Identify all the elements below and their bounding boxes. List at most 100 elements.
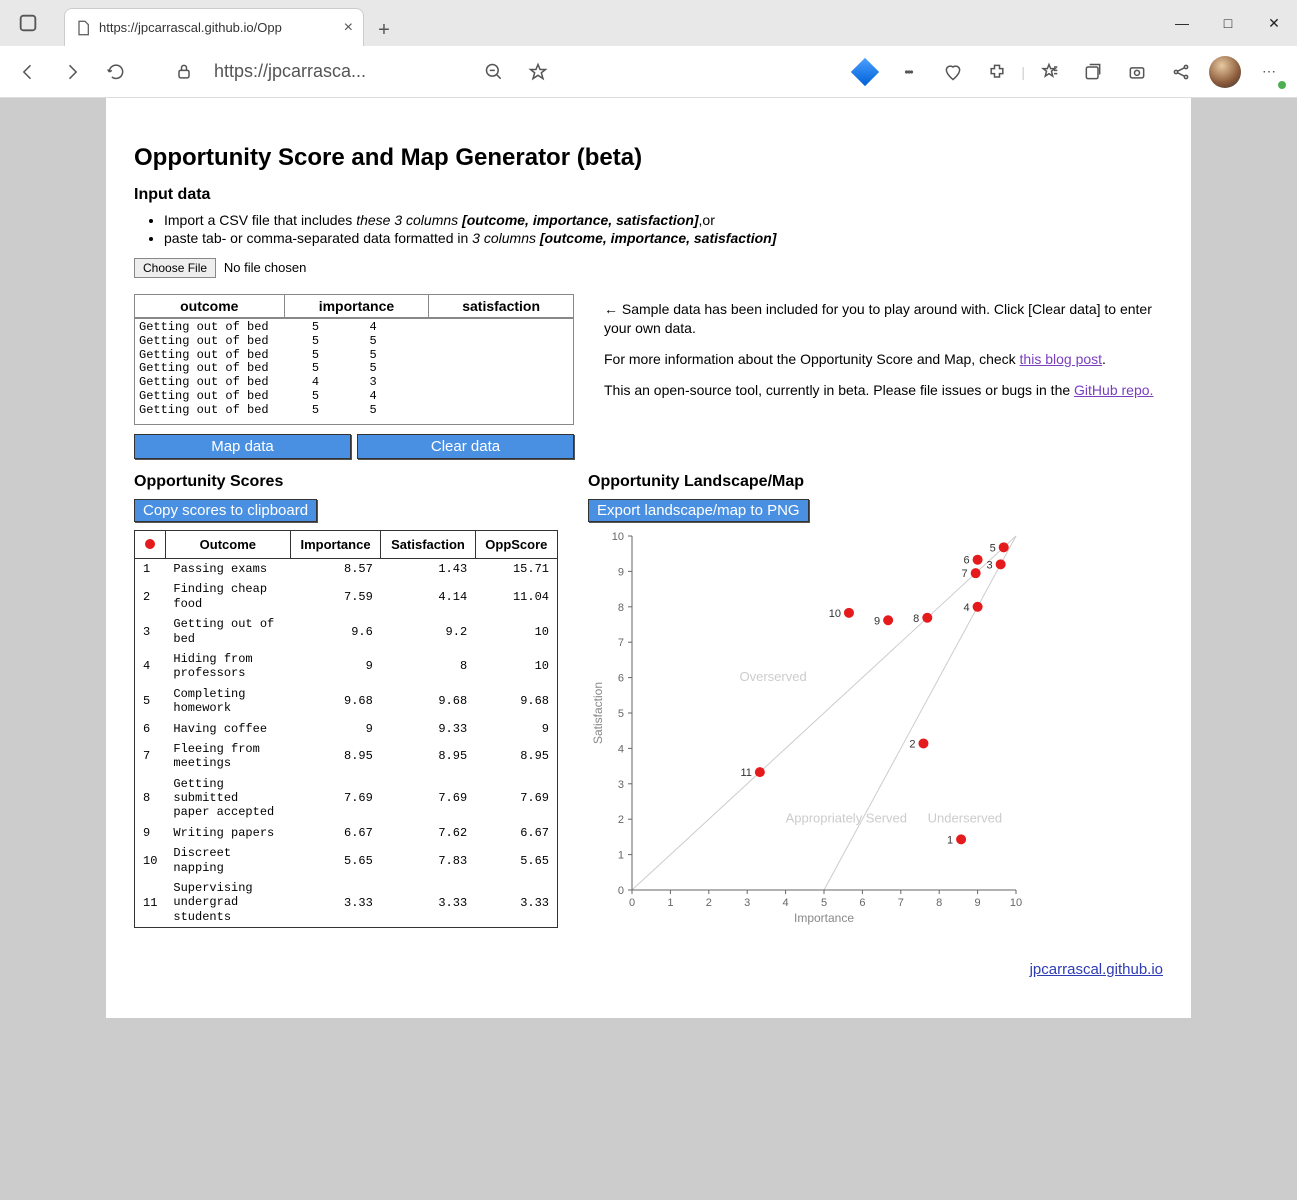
th-satisfaction: Satisfaction <box>381 531 475 559</box>
blog-post-link[interactable]: this blog post <box>1020 351 1103 367</box>
favorite-icon[interactable] <box>518 52 558 92</box>
close-window-button[interactable]: ✕ <box>1251 3 1297 43</box>
svg-text:Importance: Importance <box>794 911 854 925</box>
table-row: 11Supervising undergradstudents3.333.333… <box>135 878 558 928</box>
svg-text:8: 8 <box>936 897 942 909</box>
svg-text:7: 7 <box>618 637 624 649</box>
table-row: 8Getting submittedpaper accepted7.697.69… <box>135 774 558 823</box>
choose-file-button[interactable]: Choose File <box>134 258 216 278</box>
svg-text:9: 9 <box>618 566 624 578</box>
chat-icon[interactable] <box>889 52 929 92</box>
copy-scores-button[interactable]: Copy scores to clipboard <box>134 499 317 522</box>
th-importance: Importance <box>290 531 381 559</box>
favorites-list-icon[interactable] <box>1029 52 1069 92</box>
minimize-button[interactable]: — <box>1159 3 1205 43</box>
scores-table: Outcome Importance Satisfaction OppScore… <box>134 530 558 928</box>
svg-text:11: 11 <box>740 767 751 779</box>
svg-text:6: 6 <box>963 555 969 567</box>
svg-text:3: 3 <box>744 897 750 909</box>
table-row: 6Having coffee99.339 <box>135 719 558 739</box>
svg-text:1: 1 <box>667 897 673 909</box>
input-header-table: outcome importance satisfaction <box>134 294 574 318</box>
map-data-button[interactable]: Map data <box>134 434 351 459</box>
screenshot-icon[interactable] <box>1117 52 1157 92</box>
dot-icon <box>145 539 155 549</box>
import-instructions: Import a CSV file that includes these 3 … <box>134 212 1163 246</box>
svg-text:5: 5 <box>618 708 624 720</box>
svg-text:0: 0 <box>618 885 624 897</box>
table-row: 2Finding cheap food7.594.1411.04 <box>135 579 558 614</box>
svg-text:1: 1 <box>618 850 624 862</box>
svg-text:5: 5 <box>990 542 996 554</box>
table-row: 10Discreet napping5.657.835.65 <box>135 843 558 878</box>
th-oppscore: OppScore <box>475 531 557 559</box>
table-row: 3Getting out ofbed9.69.210 <box>135 614 558 649</box>
share-icon[interactable] <box>1161 52 1201 92</box>
titlebar: https://jpcarrascal.github.io/Opp × + — … <box>0 0 1297 46</box>
hint-opensource: This an open-source tool, currently in b… <box>604 381 1163 400</box>
svg-text:7: 7 <box>898 897 904 909</box>
svg-text:6: 6 <box>859 897 865 909</box>
svg-text:Overserved: Overserved <box>740 669 807 684</box>
site-info-icon[interactable] <box>164 52 204 92</box>
new-tab-button[interactable]: + <box>368 14 400 46</box>
heart-icon[interactable] <box>933 52 973 92</box>
clear-data-button[interactable]: Clear data <box>357 434 574 459</box>
svg-text:10: 10 <box>829 608 841 620</box>
footer-link[interactable]: jpcarrascal.github.io <box>1030 961 1163 978</box>
col-outcome: outcome <box>135 295 285 318</box>
svg-text:0: 0 <box>629 897 635 909</box>
tabs-overview-icon[interactable] <box>0 0 56 46</box>
file-chosen-label: No file chosen <box>224 260 306 275</box>
browser-tab[interactable]: https://jpcarrascal.github.io/Opp × <box>64 8 364 46</box>
extensions-icon[interactable] <box>977 52 1017 92</box>
map-heading: Opportunity Landscape/Map <box>588 473 1163 491</box>
svg-text:6: 6 <box>618 673 624 685</box>
zoom-out-icon[interactable] <box>474 52 514 92</box>
data-textarea[interactable] <box>134 318 574 425</box>
page-title: Opportunity Score and Map Generator (bet… <box>134 144 1163 172</box>
hint-sample: ← Sample data has been included for you … <box>604 300 1163 338</box>
browser-toolbar: https://jpcarrasca... | ⋯ <box>0 46 1297 98</box>
svg-text:4: 4 <box>963 602 969 614</box>
github-repo-link[interactable]: GitHub repo. <box>1074 382 1153 398</box>
svg-text:2: 2 <box>618 814 624 826</box>
svg-text:9: 9 <box>975 897 981 909</box>
table-row: 1Passing exams8.571.4315.71 <box>135 559 558 580</box>
svg-text:8: 8 <box>913 613 919 625</box>
svg-text:Appropriately Served: Appropriately Served <box>786 811 907 826</box>
th-outcome: Outcome <box>165 531 290 559</box>
svg-text:4: 4 <box>783 897 789 909</box>
svg-text:4: 4 <box>618 743 624 755</box>
diamond-icon[interactable] <box>845 52 885 92</box>
svg-text:8: 8 <box>618 602 624 614</box>
table-row: 9Writing papers6.677.626.67 <box>135 823 558 843</box>
col-satisfaction: satisfaction <box>429 295 574 318</box>
svg-text:3: 3 <box>618 779 624 791</box>
back-button[interactable] <box>8 52 48 92</box>
svg-text:1: 1 <box>947 834 953 846</box>
maximize-button[interactable]: □ <box>1205 3 1251 43</box>
table-row: 5Completing homework9.689.689.68 <box>135 684 558 719</box>
opportunity-map-chart: OverservedAppropriately ServedUnderserve… <box>588 528 1028 928</box>
refresh-button[interactable] <box>96 52 136 92</box>
export-png-button[interactable]: Export landscape/map to PNG <box>588 499 809 522</box>
page-icon <box>75 20 91 36</box>
col-importance: importance <box>284 295 429 318</box>
tab-title: https://jpcarrascal.github.io/Opp <box>99 20 336 35</box>
svg-text:2: 2 <box>706 897 712 909</box>
more-menu-icon[interactable]: ⋯ <box>1249 52 1289 92</box>
svg-text:7: 7 <box>962 568 968 580</box>
svg-text:9: 9 <box>874 615 880 627</box>
scores-heading: Opportunity Scores <box>134 473 558 491</box>
collections-icon[interactable] <box>1073 52 1113 92</box>
svg-text:10: 10 <box>612 531 624 543</box>
page-content: Opportunity Score and Map Generator (bet… <box>106 98 1191 1018</box>
profile-avatar[interactable] <box>1205 52 1245 92</box>
svg-text:3: 3 <box>987 559 993 571</box>
close-tab-icon[interactable]: × <box>344 19 353 37</box>
forward-button[interactable] <box>52 52 92 92</box>
table-row: 7Fleeing from meetings8.958.958.95 <box>135 739 558 774</box>
address-bar[interactable]: https://jpcarrasca... <box>214 61 464 82</box>
svg-text:Satisfaction: Satisfaction <box>591 682 605 744</box>
